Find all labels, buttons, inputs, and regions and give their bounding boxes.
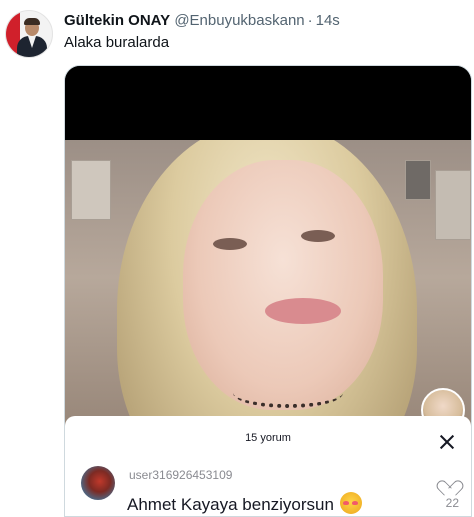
commenter-avatar[interactable] <box>81 466 115 500</box>
person-eye <box>213 238 247 250</box>
comment-like-count: 22 <box>445 496 459 510</box>
tweet-header: Gültekin ONAY @Enbuyukbaskann · 14s <box>64 11 340 31</box>
person-face <box>183 160 383 410</box>
background-poster <box>405 160 431 200</box>
video-black-bar <box>65 66 471 140</box>
person-eye <box>301 230 335 242</box>
comments-count: 15 yorum <box>245 432 291 444</box>
commenter-username[interactable]: user316926453109 <box>129 468 232 482</box>
comment-text-content: Ahmet Kayaya benziyorsun <box>127 495 334 514</box>
background-poster <box>71 160 111 220</box>
separator-dot: · <box>307 12 313 29</box>
tweet-text: Alaka buralarda <box>64 34 170 51</box>
tweet-timestamp[interactable]: 14s <box>316 12 340 29</box>
heart-outline-icon[interactable] <box>441 474 457 488</box>
comments-panel: 15 yorum user316926453109 Ahmet Kayaya b… <box>65 416 471 516</box>
close-icon[interactable] <box>439 434 455 450</box>
person-necklace <box>233 378 343 408</box>
tweet-media[interactable]: + 15 yorum user316926453109 Ahmet Kayaya… <box>64 65 472 517</box>
smiling-face-with-hearts-icon <box>339 492 362 514</box>
author-avatar[interactable] <box>5 10 53 58</box>
author-name[interactable]: Gültekin ONAY <box>64 12 170 29</box>
comment-text: Ahmet Kayaya benziyorsun <box>127 492 362 515</box>
tweet: Gültekin ONAY @Enbuyukbaskann · 14s Alaka … <box>0 0 474 517</box>
person-lips <box>265 298 341 324</box>
author-handle[interactable]: @Enbuyukbaskann <box>174 12 304 29</box>
background-poster <box>435 170 471 240</box>
